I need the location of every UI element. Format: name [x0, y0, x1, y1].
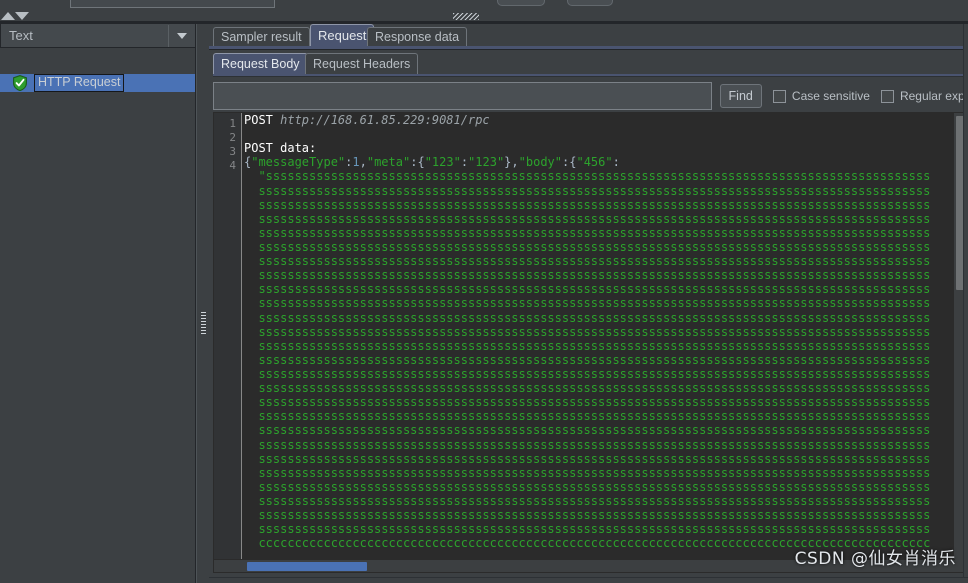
- line-number: 2: [229, 131, 236, 145]
- tree-item-http-request[interactable]: HTTP Request: [0, 74, 195, 92]
- code-line-wrapped: ssssssssssssssssssssssssssssssssssssssss…: [244, 522, 931, 537]
- top-text-field[interactable]: [70, 0, 275, 8]
- bottom-edge-bar: [209, 577, 968, 583]
- tab-label: Response data: [375, 30, 460, 44]
- code-line-wrapped: ssssssssssssssssssssssssssssssssssssssss…: [244, 437, 931, 452]
- line-number: 3: [229, 145, 236, 159]
- case-sensitive-checkbox[interactable]: Case sensitive: [772, 89, 870, 103]
- search-input[interactable]: [213, 82, 712, 110]
- code-line: POST http://168.61.85.229:9081/rpc: [244, 113, 490, 127]
- code-line-wrapped: ssssssssssssssssssssssssssssssssssssssss…: [244, 338, 931, 353]
- code-line-wrapped: ssssssssssssssssssssssssssssssssssssssss…: [244, 423, 931, 438]
- checkbox-box[interactable]: [772, 89, 786, 103]
- horizontal-scrollbar-thumb[interactable]: [247, 562, 367, 571]
- find-button-label: Find: [728, 89, 753, 103]
- top-button-1[interactable]: [497, 0, 545, 6]
- tab-label: Sampler result: [221, 30, 302, 44]
- tab-response-data[interactable]: Response data: [367, 27, 468, 46]
- outer-scroll-edge[interactable]: [963, 24, 968, 583]
- results-tree[interactable]: HTTP Request: [0, 49, 195, 583]
- tab-sampler-result[interactable]: Sampler result: [213, 27, 310, 46]
- main-panel: Sampler result Request Response data Req…: [209, 24, 968, 583]
- outer-tab-bar: Sampler result Request Response data: [209, 24, 968, 46]
- code-line-wrapped: ssssssssssssssssssssssssssssssssssssssss…: [244, 409, 931, 424]
- code-line-wrapped: ssssssssssssssssssssssssssssssssssssssss…: [244, 324, 931, 339]
- code-line-wrapped: ssssssssssssssssssssssssssssssssssssssss…: [244, 451, 931, 466]
- code-line-wrapped: ssssssssssssssssssssssssssssssssssssssss…: [244, 282, 931, 297]
- code-line-wrapped: ssssssssssssssssssssssssssssssssssssssss…: [244, 296, 931, 311]
- top-button-2[interactable]: [567, 0, 613, 6]
- regular-exp-label: Regular exp.: [899, 89, 968, 103]
- find-button[interactable]: Find: [719, 84, 762, 108]
- code-line-wrapped: ssssssssssssssssssssssssssssssssssssssss…: [244, 493, 931, 508]
- inner-tab-bar: Request Body Request Headers: [213, 53, 968, 75]
- triangle-up-icon[interactable]: [1, 12, 15, 20]
- outer-tab-underline-shadow: [209, 49, 968, 50]
- tab-request-body[interactable]: Request Body: [213, 53, 308, 74]
- tab-label: Request: [318, 28, 367, 43]
- tree-item-label: HTTP Request: [34, 74, 125, 92]
- code-line: POST data:: [244, 141, 317, 156]
- line-number-gutter: 1234: [214, 113, 242, 572]
- panel-splitter[interactable]: [196, 24, 209, 583]
- filter-combo-value: Text: [9, 28, 33, 43]
- tab-label: Request Body: [221, 57, 300, 71]
- code-line-wrapped: ssssssssssssssssssssssssssssssssssssssss…: [244, 268, 931, 283]
- regular-exp-checkbox[interactable]: Regular exp.: [880, 89, 968, 103]
- code-line-wrapped: ssssssssssssssssssssssssssssssssssssssss…: [244, 310, 931, 325]
- code-line-wrapped: ssssssssssssssssssssssssssssssssssssssss…: [244, 479, 931, 494]
- code-content[interactable]: POST http://168.61.85.229:9081/rpc POST …: [244, 113, 954, 572]
- chevron-down-icon[interactable]: [168, 24, 195, 47]
- triangle-down-icon[interactable]: [15, 12, 29, 20]
- line-number: 4: [229, 159, 236, 173]
- hatched-grip-icon[interactable]: [453, 13, 479, 20]
- case-sensitive-label: Case sensitive: [791, 89, 870, 103]
- code-line-wrapped: ssssssssssssssssssssssssssssssssssssssss…: [244, 225, 931, 240]
- code-line: {"messageType":1,"meta":{"123":"123"},"b…: [244, 155, 620, 170]
- code-line-wrapped: ssssssssssssssssssssssssssssssssssssssss…: [244, 197, 931, 212]
- code-line-wrapped: ssssssssssssssssssssssssssssssssssssssss…: [244, 465, 931, 480]
- code-line-wrapped: ssssssssssssssssssssssssssssssssssssssss…: [244, 239, 931, 254]
- sidebar-panel: Text HTTP Request: [0, 24, 196, 583]
- jmeter-view-results-tree-window: Text HTTP Request Sampler result Request…: [0, 0, 968, 583]
- code-line-wrapped: ssssssssssssssssssssssssssssssssssssssss…: [244, 508, 931, 523]
- checkbox-box[interactable]: [880, 89, 894, 103]
- code-line-wrapped: ssssssssssssssssssssssssssssssssssssssss…: [244, 211, 931, 226]
- tab-label: Request Headers: [313, 57, 411, 71]
- code-line-wrapped: ssssssssssssssssssssssssssssssssssssssss…: [244, 381, 931, 396]
- code-line-wrapped: ssssssssssssssssssssssssssssssssssssssss…: [244, 395, 931, 410]
- green-shield-check-icon: [12, 75, 28, 92]
- tab-request[interactable]: Request: [310, 24, 375, 46]
- filter-combo[interactable]: Text: [0, 24, 196, 48]
- dotted-grip-icon[interactable]: [201, 312, 206, 334]
- request-body-editor[interactable]: 1234 POST http://168.61.85.229:9081/rpc …: [213, 112, 968, 573]
- tab-request-headers[interactable]: Request Headers: [305, 53, 419, 74]
- line-number: 1: [229, 117, 236, 130]
- code-line-wrapped: ssssssssssssssssssssssssssssssssssssssss…: [244, 183, 931, 198]
- code-line-wrapped: ssssssssssssssssssssssssssssssssssssssss…: [244, 352, 931, 367]
- top-toolbar-strip: [0, 0, 968, 22]
- watermark-text: CSDN @仙女肖消乐: [794, 549, 956, 569]
- code-line-wrapped: "sssssssssssssssssssssssssssssssssssssss…: [244, 169, 931, 184]
- code-line-wrapped: ssssssssssssssssssssssssssssssssssssssss…: [244, 254, 931, 269]
- inner-tab-underline-shadow: [213, 76, 968, 77]
- find-toolbar: Find Case sensitive Regular exp.: [213, 81, 968, 111]
- code-line-wrapped: ssssssssssssssssssssssssssssssssssssssss…: [244, 366, 931, 381]
